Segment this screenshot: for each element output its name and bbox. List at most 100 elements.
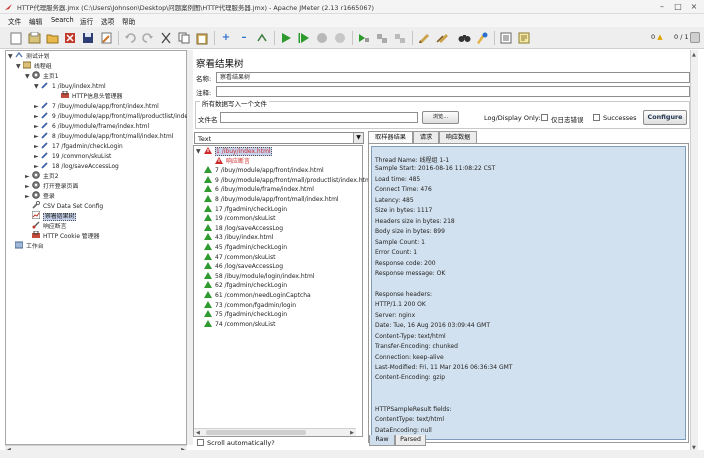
tree-toggle-icon[interactable]: ► bbox=[34, 114, 40, 120]
start-no-pause-icon[interactable] bbox=[296, 30, 312, 46]
start-icon[interactable] bbox=[278, 30, 294, 46]
tree-toggle-icon[interactable]: ▼ bbox=[8, 54, 14, 60]
tab-response-data[interactable]: 响应数据 bbox=[439, 131, 477, 143]
clear-icon[interactable] bbox=[416, 30, 432, 46]
sample-result-item[interactable]: 9 /ibuy/module/app/front/mall/productlis… bbox=[204, 175, 373, 186]
dropdown-arrow-icon[interactable]: ▼ bbox=[353, 133, 363, 143]
remote-start-icon[interactable] bbox=[356, 30, 372, 46]
paste-icon[interactable] bbox=[194, 30, 210, 46]
scroll-left-icon[interactable]: ◀ bbox=[196, 430, 200, 436]
menu-options[interactable]: 选项 bbox=[101, 16, 114, 26]
sample-result-item[interactable]: 7 /ibuy/module/app/front/index.html bbox=[204, 166, 324, 176]
tree-node-home-1[interactable]: 主页1 bbox=[32, 71, 59, 81]
cut-icon[interactable] bbox=[158, 30, 174, 46]
shutdown-icon[interactable] bbox=[332, 30, 348, 46]
tree-node-sampler-19[interactable]: 19 /common/skuList bbox=[41, 151, 111, 161]
save-icon[interactable] bbox=[80, 30, 96, 46]
errors-checkbox[interactable] bbox=[541, 114, 548, 121]
sample-result-item[interactable]: 46 /log/saveAccessLog bbox=[204, 262, 283, 272]
tab-sampler-result[interactable]: 取样器结果 bbox=[368, 131, 413, 143]
tree-toggle-icon[interactable]: ► bbox=[34, 124, 40, 130]
collapse-icon[interactable]: – bbox=[236, 30, 252, 46]
comment-field[interactable] bbox=[216, 86, 690, 97]
browse-button[interactable]: 浏览... bbox=[422, 111, 459, 124]
menu-run[interactable]: 运行 bbox=[80, 16, 93, 26]
tree-node-open-login[interactable]: 打开登录页面 bbox=[32, 181, 78, 191]
tree-node-response-assertion[interactable]: 响应断言 bbox=[32, 221, 67, 231]
successes-checkbox[interactable] bbox=[593, 114, 600, 121]
templates-icon[interactable] bbox=[26, 30, 42, 46]
sample-result-item[interactable]: 1 /ibuy/index.html bbox=[204, 147, 272, 157]
sample-result-item[interactable]: 17 /fgadmin/checkLogin bbox=[204, 204, 287, 215]
filename-field[interactable] bbox=[220, 112, 418, 123]
close-file-icon[interactable] bbox=[62, 30, 78, 46]
tree-node-csv-config[interactable]: CSV Data Set Config bbox=[32, 200, 103, 211]
sample-result-item[interactable]: 75 /fgadmin/checkLogin bbox=[204, 310, 287, 320]
reset-search-icon[interactable] bbox=[474, 30, 490, 46]
tree-node-thread-group[interactable]: 线程组 bbox=[22, 61, 52, 71]
menu-file[interactable]: 文件 bbox=[8, 16, 21, 26]
minimize-button[interactable]: – bbox=[656, 2, 668, 12]
tab-raw[interactable]: Raw bbox=[369, 435, 395, 446]
tree-node-test-plan[interactable]: 测试计划 bbox=[15, 51, 50, 61]
copy-icon[interactable] bbox=[176, 30, 192, 46]
sample-result-item[interactable]: 8 /ibuy/module/app/front/mall/index.html bbox=[204, 195, 339, 205]
tree-node-view-results-tree[interactable]: 察看结果树 bbox=[31, 210, 77, 221]
tree-node-login[interactable]: 登录 bbox=[32, 191, 55, 201]
menu-search[interactable]: Search bbox=[51, 16, 74, 24]
tree-node-sampler-18[interactable]: 18 /log/saveAccessLog bbox=[41, 161, 119, 171]
tab-parsed[interactable]: Parsed bbox=[395, 435, 426, 446]
renderer-dropdown[interactable]: Text ▼ bbox=[194, 132, 364, 144]
sample-result-item[interactable]: 47 /common/skuList bbox=[204, 252, 275, 263]
tab-request[interactable]: 请求 bbox=[413, 131, 439, 143]
sample-result-item[interactable]: 43 /ibuy/index.html bbox=[204, 233, 273, 243]
tree-toggle-icon[interactable]: ▼ bbox=[25, 74, 31, 80]
scroll-auto-checkbox[interactable] bbox=[197, 439, 204, 446]
sample-result-item[interactable]: 19 /common/skuList bbox=[204, 214, 275, 224]
help-icon[interactable] bbox=[516, 30, 532, 46]
maximize-button[interactable]: □ bbox=[672, 2, 684, 12]
tree-toggle-icon[interactable]: ► bbox=[25, 184, 31, 190]
configure-button[interactable]: Configure bbox=[643, 110, 687, 125]
sample-result-item[interactable]: 62 /fgadmin/checkLogin bbox=[204, 281, 287, 291]
warning-count[interactable]: 0 ▲ bbox=[651, 33, 663, 41]
sample-result-item[interactable]: 73 /common/fgadmin/login bbox=[204, 300, 296, 311]
function-helper-icon[interactable] bbox=[498, 30, 514, 46]
tree-node-sampler-8[interactable]: 8 /ibuy/module/app/front/mall/index.html bbox=[41, 131, 173, 141]
tree-node-sampler-7[interactable]: 7 /ibuy/module/app/front/index.html bbox=[41, 101, 159, 111]
test-plan-tree[interactable]: ▼ 测试计划 ▼ 线程组 ▼ 主页1 ▼ 1 /ibuy/index.html … bbox=[5, 50, 195, 445]
tree-toggle-icon[interactable]: ► bbox=[34, 144, 40, 150]
tree-node-header-manager[interactable]: HTTP信息头管理器 bbox=[61, 90, 122, 101]
tree-toggle-icon[interactable]: ▼ bbox=[16, 64, 22, 70]
toggle-icon[interactable] bbox=[254, 30, 270, 46]
tree-node-home-2[interactable]: 主页2 bbox=[32, 171, 59, 181]
sample-result-item[interactable]: 响应断言 bbox=[215, 156, 250, 167]
save-as-icon[interactable] bbox=[98, 30, 114, 46]
redo-icon[interactable] bbox=[140, 30, 156, 46]
tree-node-cookie-manager[interactable]: HTTP Cookie 管理器 bbox=[32, 230, 99, 241]
scroll-right-icon[interactable]: ▶ bbox=[350, 430, 354, 436]
scroll-up-icon[interactable]: ▲ bbox=[692, 52, 696, 58]
search-icon[interactable] bbox=[456, 30, 472, 46]
tree-node-sampler-17[interactable]: 17 /fgadmin/checkLogin bbox=[41, 141, 123, 151]
clear-all-icon[interactable] bbox=[434, 30, 450, 46]
tree-toggle-icon[interactable]: ► bbox=[34, 154, 40, 160]
sampler-result-detail[interactable]: Thread Name: 线程组 1-1 Sample Start: 2016-0… bbox=[368, 143, 689, 443]
sample-result-item[interactable]: 58 /ibuy/module/login/index.html bbox=[204, 271, 315, 282]
sample-result-item[interactable]: 45 /fgadmin/checkLogin bbox=[204, 243, 287, 253]
tree-toggle-icon[interactable]: ▼ bbox=[34, 84, 40, 90]
menu-edit[interactable]: 编辑 bbox=[29, 16, 42, 26]
close-button[interactable]: × bbox=[688, 2, 700, 12]
tree-toggle-icon[interactable]: ► bbox=[25, 174, 31, 180]
undo-icon[interactable] bbox=[122, 30, 138, 46]
tree-node-workbench[interactable]: 工作台 bbox=[14, 241, 44, 251]
tree-toggle-icon[interactable]: ► bbox=[25, 194, 31, 200]
sample-result-item[interactable]: 18 /log/saveAccessLog bbox=[204, 223, 283, 234]
expand-icon[interactable]: + bbox=[218, 30, 234, 46]
tree-toggle-icon[interactable]: ▼ bbox=[196, 149, 202, 155]
detail-text-area[interactable]: Thread Name: 线程组 1-1 Sample Start: 2016-0… bbox=[371, 146, 686, 440]
remote-stop-icon[interactable] bbox=[374, 30, 390, 46]
menu-help[interactable]: 帮助 bbox=[122, 16, 135, 26]
sample-result-item[interactable]: 61 /common/needLoginCaptcha bbox=[204, 291, 311, 301]
tree-node-sampler-6[interactable]: 6 /ibuy/module/frame/index.html bbox=[41, 121, 149, 131]
